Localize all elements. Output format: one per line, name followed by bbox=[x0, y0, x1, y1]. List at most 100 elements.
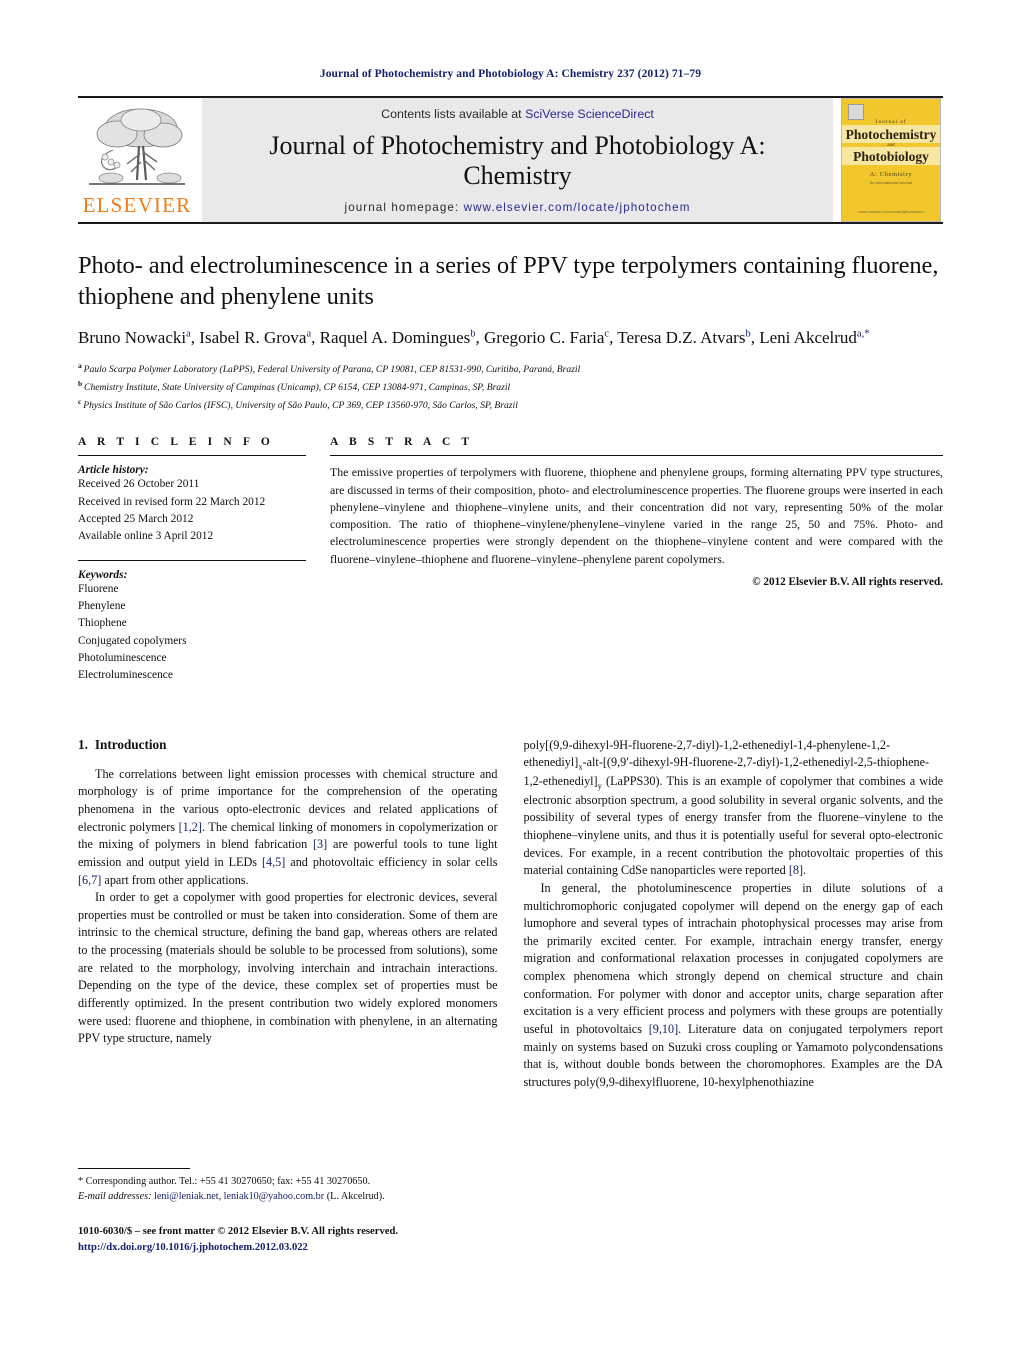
body-paragraph: In general, the photoluminescence proper… bbox=[523, 880, 944, 1089]
journal-cover-thumbnail[interactable]: Journal of Photochemistry and Photobiolo… bbox=[841, 98, 941, 222]
section-title: Introduction bbox=[94, 736, 167, 752]
article-info-heading: A R T I C L E I N F O bbox=[78, 436, 274, 449]
abstract-column: A B S T R A C T The emissive properties … bbox=[330, 436, 943, 684]
cover-journal-of: Journal of bbox=[875, 119, 907, 125]
email-link-secondary[interactable]: leniak10@yahoo.com.br bbox=[224, 1191, 324, 1202]
affiliation-text: Paulo Scarpa Polymer Laboratory (LaPPS),… bbox=[83, 364, 581, 376]
body-left-column: 1. Introduction The correlations between … bbox=[78, 737, 498, 1092]
citation-link[interactable]: [9,10] bbox=[649, 1022, 678, 1036]
keyword-item: Photoluminescence bbox=[78, 652, 167, 665]
elsevier-logo: ELSEVIER bbox=[78, 98, 196, 222]
front-matter-line: 1010-6030/$ – see front matter © 2012 El… bbox=[78, 1226, 398, 1237]
journal-title: Journal of Photochemistry and Photobiolo… bbox=[269, 131, 766, 190]
email-link-primary[interactable]: leni@leniak.net bbox=[154, 1191, 219, 1202]
body-paragraph: The correlations between light emission … bbox=[78, 766, 498, 887]
abstract-text: The emissive properties of terpolymers w… bbox=[330, 465, 943, 566]
cover-subtitle-secondary: An International Journal bbox=[869, 180, 913, 185]
author-affiliation-mark: c bbox=[604, 328, 610, 340]
bottom-matter: 1010-6030/$ – see front matter © 2012 El… bbox=[78, 1224, 638, 1256]
article-history-item: Received 26 October 2011 bbox=[78, 478, 200, 491]
author-affiliation-mark: a bbox=[186, 328, 191, 340]
footnote-marker: * bbox=[78, 1176, 84, 1187]
journal-masthead: ELSEVIER Contents lists available at Sci… bbox=[78, 96, 943, 222]
cover-and: and bbox=[887, 143, 895, 148]
keywords-rule bbox=[78, 559, 306, 561]
keywords-list: Fluorene Phenylene Thiophene Conjugated cop… bbox=[78, 581, 306, 685]
abstract-heading: A B S T R A C T bbox=[330, 436, 474, 449]
homepage-prefix: journal homepage: bbox=[344, 201, 460, 215]
article-history-item: Received in revised form 22 March 2012 bbox=[78, 495, 266, 508]
body-paragraph: In order to get a copolymer with good pr… bbox=[78, 890, 498, 1046]
running-head: Journal of Photochemistry and Photobiolo… bbox=[319, 68, 702, 80]
cover-title-line1: Photochemistry bbox=[845, 127, 937, 142]
abstract-rule bbox=[330, 455, 943, 457]
right-column-paragraphs: poly[(9,9-dihexyl-9H-fluorene-2,7-diyl)-… bbox=[524, 737, 944, 1092]
article-history-label: Article history: bbox=[78, 464, 149, 477]
contents-prefix: Contents lists available at bbox=[381, 107, 522, 121]
abstract-copyright: © 2012 Elsevier B.V. All rights reserved… bbox=[752, 575, 943, 588]
citation-link[interactable]: [3] bbox=[313, 837, 327, 851]
citation-link[interactable]: [4,5] bbox=[262, 855, 285, 869]
email-addresses-label: E-mail addresses: bbox=[78, 1191, 152, 1203]
affiliation-text: Physics Institute of São Carlos (IFSC), … bbox=[83, 400, 518, 412]
keyword-item: Phenylene bbox=[78, 600, 126, 613]
paper-page: Journal of Photochemistry and Photobiolo… bbox=[0, 0, 1021, 1351]
affiliation-list: a Paulo Scarpa Polymer Laboratory (LaPPS… bbox=[78, 360, 943, 414]
sciencedirect-link[interactable]: SciVerse ScienceDirect bbox=[525, 107, 654, 121]
body-paragraph: poly[(9,9-dihexyl-9H-fluorene-2,7-diyl)-… bbox=[523, 737, 944, 878]
body-columns: 1. Introduction The correlations between … bbox=[78, 737, 943, 1092]
author-name: Leni Akcelrud bbox=[759, 328, 857, 348]
journal-cover-cell: Journal of Photochemistry and Photobiolo… bbox=[839, 98, 943, 222]
footnote-rule bbox=[78, 1168, 190, 1169]
citation-link[interactable]: [8] bbox=[789, 863, 803, 877]
section-heading-introduction: 1. Introduction bbox=[78, 737, 498, 753]
homepage-url-link[interactable]: www.elsevier.com/locate/jphotochem bbox=[464, 201, 691, 214]
citation-link[interactable]: [1,2] bbox=[179, 820, 202, 834]
journal-banner: Contents lists available at SciVerse Sci… bbox=[202, 98, 833, 222]
affiliation-line: c Physics Institute of São Carlos (IFSC)… bbox=[78, 396, 943, 414]
article-info-rule bbox=[78, 455, 306, 457]
info-abstract-row: A R T I C L E I N F O Article history: R… bbox=[78, 436, 943, 684]
affiliation-line: a Paulo Scarpa Polymer Laboratory (LaPPS… bbox=[78, 360, 943, 378]
section-number: 1. bbox=[78, 736, 88, 752]
cover-subtitle: A: Chemistry bbox=[869, 171, 913, 178]
article-history-list: Received 26 October 2011 Received in revi… bbox=[78, 476, 306, 545]
footnote-text: * Corresponding author. Tel.: +55 41 302… bbox=[78, 1174, 515, 1205]
article-info-column: A R T I C L E I N F O Article history: R… bbox=[78, 436, 330, 684]
contents-available-line: Contents lists available at SciVerse Sci… bbox=[381, 107, 654, 121]
keyword-item: Conjugated copolymers bbox=[78, 634, 187, 647]
author-affiliation-mark: a bbox=[306, 328, 312, 340]
journal-homepage-line: journal homepage: www.elsevier.com/locat… bbox=[345, 201, 691, 214]
elsevier-tree-icon bbox=[89, 108, 185, 185]
cover-publisher-logo-icon bbox=[848, 104, 864, 120]
masthead-bottom-rule bbox=[78, 222, 943, 224]
title-block: Photo- and electroluminescence in a seri… bbox=[78, 250, 943, 414]
author-name: Isabel R. Grova bbox=[199, 328, 307, 348]
keyword-item: Fluorene bbox=[78, 582, 119, 595]
author-name: Teresa D.Z. Atvars bbox=[617, 328, 746, 348]
email-owner: (L. Akcelrud). bbox=[324, 1191, 385, 1203]
keyword-item: Thiophene bbox=[78, 617, 127, 630]
author-affiliation-mark: a,* bbox=[856, 328, 870, 340]
citation-link[interactable]: [6,7] bbox=[78, 873, 101, 887]
doi-link[interactable]: http://dx.doi.org/10.1016/j.jphotochem.2… bbox=[78, 1240, 638, 1256]
author-affiliation-mark: b bbox=[745, 328, 751, 340]
corresponding-author-text: Corresponding author. Tel.: +55 41 30270… bbox=[85, 1176, 371, 1187]
elsevier-wordmark: ELSEVIER bbox=[82, 193, 192, 217]
chemical-subscript: x bbox=[578, 761, 583, 772]
chemical-subscript: y bbox=[597, 780, 602, 791]
author-name: Raquel A. Domingues bbox=[319, 328, 471, 348]
author-list: Bruno Nowackia, Isabel R. Grovaa, Raquel… bbox=[78, 328, 870, 348]
keywords-label: Keywords: bbox=[78, 568, 128, 581]
cover-footer-url: www.elsevier.com/locate/jphotochem bbox=[858, 209, 924, 214]
author-name: Gregorio C. Faria bbox=[484, 328, 605, 348]
affiliation-text: Chemistry Institute, State University of… bbox=[84, 382, 511, 394]
author-name: Bruno Nowacki bbox=[78, 328, 187, 348]
left-column-paragraphs: The correlations between light emission … bbox=[78, 766, 498, 1048]
cover-title-line2: Photobiology bbox=[853, 149, 929, 164]
page-title: Photo- and electroluminescence in a seri… bbox=[78, 252, 939, 311]
affiliation-line: b Chemistry Institute, State University … bbox=[78, 378, 943, 396]
article-history-item: Accepted 25 March 2012 bbox=[78, 513, 194, 526]
article-history-item: Available online 3 April 2012 bbox=[78, 530, 214, 543]
body-right-column: poly[(9,9-dihexyl-9H-fluorene-2,7-diyl)-… bbox=[524, 737, 944, 1092]
